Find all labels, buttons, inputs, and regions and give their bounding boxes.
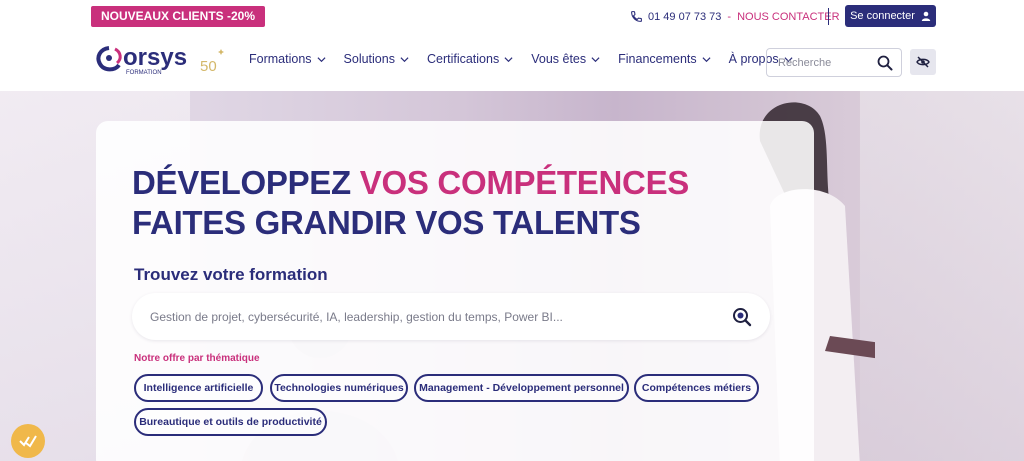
nav-label: Solutions bbox=[343, 52, 395, 66]
nav-label: Formations bbox=[249, 52, 312, 66]
nav-financements[interactable]: Financements bbox=[618, 52, 711, 66]
search-icon[interactable] bbox=[732, 307, 752, 327]
promo-badge[interactable]: NOUVEAUX CLIENTS -20% bbox=[91, 6, 266, 27]
chevron-down-icon bbox=[504, 56, 513, 62]
nav-label: Vous êtes bbox=[531, 52, 587, 66]
hero-card: DÉVELOPPEZ VOS COMPÉTENCES FAITES GRANDI… bbox=[96, 121, 814, 461]
nav-label: Financements bbox=[618, 52, 697, 66]
svg-text:FORMATION: FORMATION bbox=[126, 70, 162, 76]
svg-text:orsys: orsys bbox=[123, 44, 187, 71]
chevron-down-icon bbox=[702, 56, 711, 62]
chip-technologies-numeriques[interactable]: Technologies numériques bbox=[270, 374, 408, 402]
nav-label: Certifications bbox=[426, 52, 500, 66]
cookie-consent-button[interactable] bbox=[11, 424, 45, 458]
eye-slash-icon bbox=[916, 56, 930, 68]
login-button[interactable]: Se connecter bbox=[845, 5, 936, 27]
separator: - bbox=[727, 10, 732, 23]
phone-number[interactable]: 01 49 07 73 73 bbox=[648, 11, 721, 23]
cookie-check-icon bbox=[19, 435, 37, 448]
top-bar: NOUVEAUX CLIENTS -20% 01 49 07 73 73 - N… bbox=[0, 0, 1024, 33]
chip-bureautique[interactable]: Bureautique et outils de productivité bbox=[134, 408, 327, 436]
chevron-down-icon bbox=[317, 56, 326, 62]
search-icon[interactable] bbox=[877, 55, 893, 71]
phone-icon bbox=[631, 11, 642, 22]
title-part-b: VOS COMPÉTENCES bbox=[359, 164, 690, 201]
accessibility-toggle[interactable] bbox=[910, 49, 936, 75]
nav-menu: Formations Solutions Certifications Vous… bbox=[249, 52, 811, 66]
nav-formations[interactable]: Formations bbox=[249, 52, 326, 66]
training-search bbox=[132, 293, 770, 340]
login-label: Se connecter bbox=[850, 10, 915, 22]
theme-offer-label: Notre offre par thématique bbox=[134, 353, 260, 364]
find-training-label: Trouvez votre formation bbox=[134, 265, 328, 284]
user-icon bbox=[921, 11, 931, 21]
chip-management[interactable]: Management - Développement personnel bbox=[414, 374, 629, 402]
divider bbox=[828, 8, 829, 25]
nav-certifications[interactable]: Certifications bbox=[427, 52, 513, 66]
training-search-input[interactable] bbox=[132, 309, 732, 324]
header-search-input[interactable] bbox=[767, 56, 877, 69]
header-search bbox=[766, 48, 902, 77]
nav-vous-etes[interactable]: Vous êtes bbox=[531, 52, 600, 66]
svg-text:50: 50 bbox=[200, 58, 217, 75]
chip-competences-metiers[interactable]: Compétences métiers bbox=[634, 374, 759, 402]
chip-intelligence-artificielle[interactable]: Intelligence artificielle bbox=[134, 374, 263, 402]
orsys-logo[interactable]: orsys FORMATION 50 bbox=[95, 43, 227, 79]
hero-banner: DÉVELOPPEZ VOS COMPÉTENCES FAITES GRANDI… bbox=[0, 91, 1024, 461]
chevron-down-icon bbox=[591, 56, 600, 62]
chevron-down-icon bbox=[400, 56, 409, 62]
main-nav: orsys FORMATION 50 Formations Solutions … bbox=[0, 33, 1024, 91]
contact-line: 01 49 07 73 73 - NOUS CONTACTER bbox=[630, 9, 840, 24]
title-line-2: FAITES GRANDIR VOS TALENTS bbox=[132, 204, 641, 241]
title-part-a: DÉVELOPPEZ bbox=[132, 164, 351, 201]
nav-solutions[interactable]: Solutions bbox=[344, 52, 409, 66]
hero-title: DÉVELOPPEZ VOS COMPÉTENCES FAITES GRANDI… bbox=[132, 163, 689, 243]
contact-link[interactable]: NOUS CONTACTER bbox=[737, 11, 839, 23]
hero-background-right bbox=[860, 91, 1024, 461]
